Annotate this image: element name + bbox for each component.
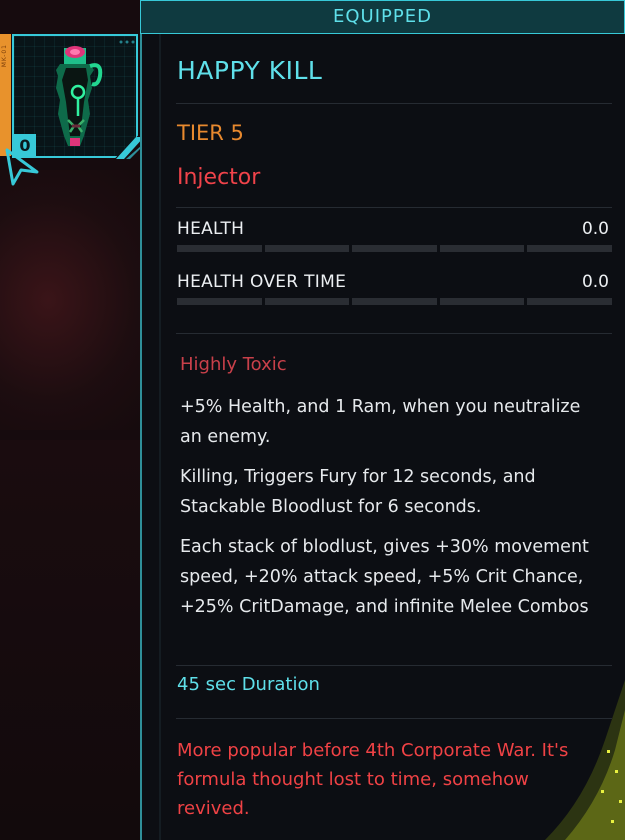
effect-duration: 45 sec Duration <box>177 674 320 695</box>
item-tier: TIER 5 <box>177 121 244 145</box>
item-name: HAPPY KILL <box>177 56 323 85</box>
effect-description-1: +5% Health, and 1 Ram, when you neutrali… <box>180 397 581 447</box>
divider <box>176 333 612 334</box>
divider <box>176 207 612 208</box>
stat-health-over-time-value: 0.0 <box>581 272 609 292</box>
item-type: Injector <box>177 165 261 190</box>
stat-health-over-time-label: HEALTH OVER TIME <box>177 272 347 292</box>
effect-description-2: Killing, Triggers Fury for 12 seconds, a… <box>180 467 536 517</box>
background-glow <box>0 170 160 430</box>
stat-health-over-time-bar <box>177 298 612 305</box>
selection-pointer-icon <box>5 148 39 186</box>
effect-description-3: Each stack of blodlust, gives +30% movem… <box>180 537 589 617</box>
divider <box>176 665 612 666</box>
slot-dots-icon <box>119 40 135 44</box>
divider <box>176 103 612 104</box>
equipped-header: EQUIPPED <box>140 0 625 34</box>
stat-health-bar <box>177 245 612 252</box>
stat-health-label: HEALTH <box>177 219 245 239</box>
background-shade <box>0 440 150 840</box>
slot-strip-text: MK-01 <box>1 44 8 68</box>
slot-corner-accent <box>116 137 144 159</box>
effect-name: Highly Toxic <box>180 354 287 375</box>
corner-glitch-decoration <box>545 680 625 840</box>
flavor-text: More popular before 4th Corporate War. I… <box>177 740 569 819</box>
stat-health-value: 0.0 <box>581 219 609 239</box>
injector-icon <box>56 46 103 146</box>
slot-side-strip: MK-01 <box>0 34 11 156</box>
